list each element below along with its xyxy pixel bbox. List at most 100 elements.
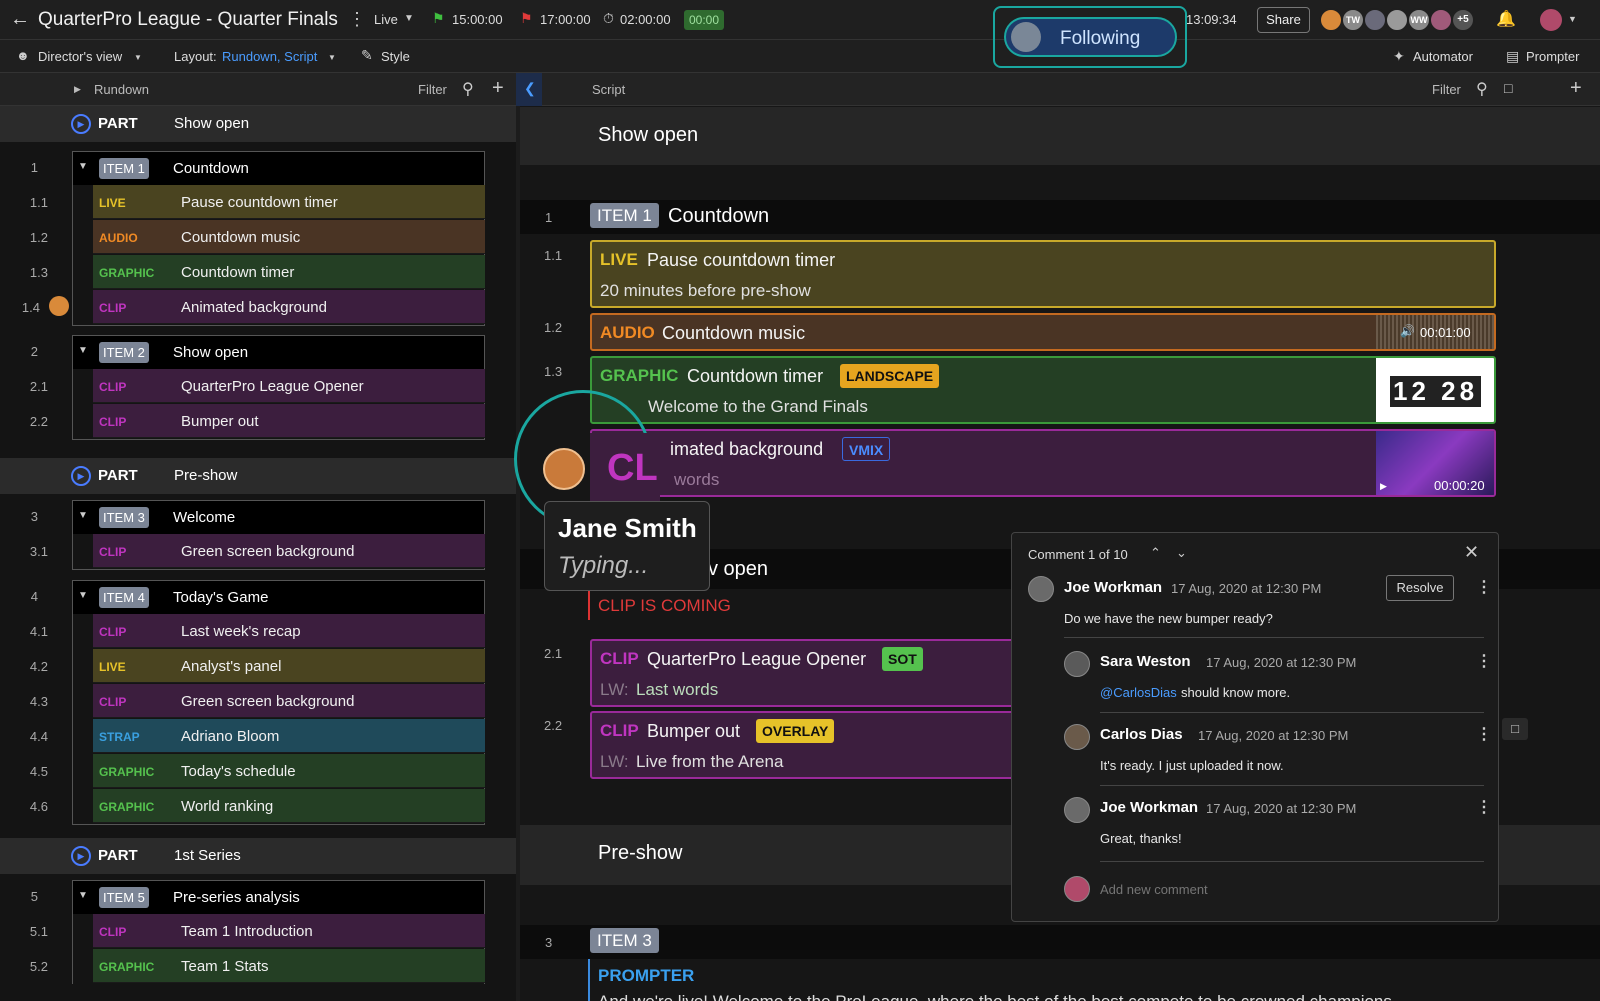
more-menu-icon[interactable]: ⋮ (1476, 651, 1492, 671)
script-item[interactable]: 3 ITEM 3 (520, 925, 1600, 959)
comment-author: Carlos Dias (1100, 726, 1183, 743)
part-name: 1st Series (174, 847, 241, 864)
search-icon[interactable]: ⚲ (462, 79, 474, 99)
rundown-part[interactable]: ▶ PART Show open (0, 106, 516, 142)
play-circle-icon[interactable]: ▶ (71, 846, 91, 866)
more-menu-icon[interactable]: ⋮ (348, 9, 366, 30)
layout-select[interactable]: Rundown, Script (222, 49, 317, 64)
avatars-more-badge[interactable]: +5 (1451, 8, 1475, 32)
chevron-down-icon[interactable]: ▼ (134, 53, 142, 62)
card-text: Live from the Arena (636, 752, 784, 771)
add-comment-input[interactable] (1100, 875, 1480, 903)
rundown-row[interactable]: AUDIO Countdown music (72, 220, 485, 255)
comment-icon[interactable]: □ (1502, 718, 1528, 740)
rundown-item[interactable]: ▼ ITEM 4 Today's Game (72, 580, 485, 614)
rundown-row[interactable]: LIVE Pause countdown timer (72, 185, 485, 220)
rundown-row[interactable]: GRAPHIC World ranking (72, 789, 485, 824)
duration: 02:00:00 (620, 12, 671, 27)
comment-icon[interactable]: □ (1504, 80, 1512, 96)
automator-button[interactable]: Automator (1413, 49, 1473, 64)
more-menu-icon[interactable]: ⋮ (1476, 724, 1492, 744)
typing-status: Typing... (558, 552, 649, 579)
row-number: 5.2 (29, 959, 48, 974)
rundown-row[interactable]: CLIP QuarterPro League Opener (72, 369, 485, 404)
rundown-row[interactable]: GRAPHIC Team 1 Stats (72, 949, 485, 984)
script-card-live[interactable]: LIVE Pause countdown timer 20 minutes be… (590, 240, 1496, 308)
rundown-item[interactable]: ▼ ITEM 5 Pre-series analysis (72, 880, 485, 914)
comment-mention[interactable]: @CarlosDias (1100, 685, 1177, 700)
card-text: 20 minutes before pre-show (600, 281, 811, 300)
chevron-down-icon[interactable]: ▼ (1568, 14, 1577, 24)
script-card-audio[interactable]: AUDIO Countdown music 🔊 00:01:00 (590, 313, 1496, 351)
row-number: 4.6 (29, 799, 48, 814)
rundown-part[interactable]: ▶ PART Pre-show (0, 458, 516, 494)
comment-text: It's ready. I just uploaded it now. (1100, 758, 1284, 773)
avatar[interactable]: TW (1341, 8, 1365, 32)
rundown-row[interactable]: GRAPHIC Today's schedule (72, 754, 485, 789)
chevron-down-icon[interactable]: ▼ (404, 13, 414, 24)
comment-date: 17 Aug, 2020 at 12:30 PM (1198, 728, 1349, 743)
row-number: 2.2 (29, 414, 48, 429)
mode-select[interactable]: Live (374, 12, 398, 27)
chevron-down-icon[interactable]: ▼ (78, 161, 88, 172)
style-button[interactable]: Style (381, 49, 410, 64)
share-button[interactable]: Share (1257, 7, 1310, 33)
avatar[interactable] (1429, 8, 1453, 32)
chevron-down-icon[interactable]: ▼ (78, 345, 88, 356)
item-number: 5 (30, 889, 38, 904)
play-circle-icon[interactable]: ▶ (71, 466, 91, 486)
chevron-down-icon[interactable]: ▼ (78, 890, 88, 901)
audio-waveform[interactable]: 🔊 00:01:00 (1376, 315, 1494, 349)
clip-duration: 00:00:20 (1434, 478, 1485, 493)
rundown-row[interactable]: GRAPHIC Countdown timer (72, 255, 485, 290)
play-circle-icon[interactable]: ▶ (71, 114, 91, 134)
rundown-item[interactable]: ▼ ITEM 1 Countdown (72, 151, 485, 185)
card-text: Last words (636, 680, 719, 699)
back-arrow-icon[interactable]: ← (10, 8, 30, 31)
script-card-graphic[interactable]: GRAPHIC Countdown timer LANDSCAPE Welcom… (590, 356, 1496, 424)
collapse-button[interactable]: ❮ (516, 73, 542, 106)
avatar[interactable] (1385, 8, 1409, 32)
rundown-row[interactable]: LIVE Analyst's panel (72, 649, 485, 684)
rundown-row[interactable]: CLIP Green screen background (72, 534, 485, 569)
bell-icon[interactable]: 🔔 (1496, 9, 1516, 29)
row-type: CLIP (99, 545, 127, 559)
avatar[interactable] (1319, 8, 1343, 32)
rundown-row[interactable]: CLIP Animated background (72, 290, 485, 325)
view-select[interactable]: Director's view (38, 49, 122, 64)
item-number: 4 (30, 589, 38, 604)
script-filter[interactable]: Filter (1432, 82, 1461, 97)
close-icon[interactable]: ✕ (1464, 542, 1479, 563)
rundown-part[interactable]: ▶ PART 1st Series (0, 838, 516, 874)
script-card-clip[interactable]: imated background VMIX words ▶ 00:00:20 (590, 429, 1496, 497)
chevron-down-icon[interactable]: ⌄ (1176, 545, 1187, 561)
add-icon[interactable]: + (492, 77, 504, 100)
rundown-row[interactable]: CLIP Team 1 Introduction (72, 914, 485, 949)
rundown-item[interactable]: ▼ ITEM 3 Welcome (72, 500, 485, 534)
rundown-item[interactable]: ▼ ITEM 2 Show open (72, 335, 485, 369)
resolve-button[interactable]: Resolve (1386, 575, 1454, 601)
rundown-filter[interactable]: Filter (418, 82, 447, 97)
chevron-down-icon[interactable]: ▼ (78, 590, 88, 601)
rundown-row[interactable]: CLIP Bumper out (72, 404, 485, 439)
chevron-down-icon[interactable]: ▼ (78, 510, 88, 521)
script-item[interactable]: 1 ITEM 1 Countdown (520, 200, 1600, 234)
caret-right-icon[interactable]: ▶ (74, 84, 81, 95)
avatar[interactable] (1363, 8, 1387, 32)
chevron-up-icon[interactable]: ⌃ (1150, 545, 1161, 561)
chevron-down-icon[interactable]: ▼ (328, 53, 336, 62)
add-icon[interactable]: + (1570, 77, 1582, 100)
graphic-thumbnail[interactable]: 12 28 (1376, 358, 1494, 422)
more-menu-icon[interactable]: ⋮ (1476, 577, 1492, 597)
app-window: ← QuarterPro League - Quarter Finals ⋮ L… (0, 0, 1600, 1001)
search-icon[interactable]: ⚲ (1476, 79, 1488, 99)
user-avatar[interactable] (1538, 7, 1564, 33)
clip-thumbnail[interactable]: ▶ 00:00:20 (1376, 431, 1494, 495)
prompter-button[interactable]: Prompter (1526, 49, 1579, 64)
rundown-row[interactable]: STRAP Adriano Bloom (72, 719, 485, 754)
more-menu-icon[interactable]: ⋮ (1476, 797, 1492, 817)
rundown-row[interactable]: CLIP Last week's recap (72, 614, 485, 649)
avatar[interactable]: WW (1407, 8, 1431, 32)
rundown-row[interactable]: CLIP Green screen background (72, 684, 485, 719)
following-button[interactable]: Following (1004, 17, 1177, 57)
